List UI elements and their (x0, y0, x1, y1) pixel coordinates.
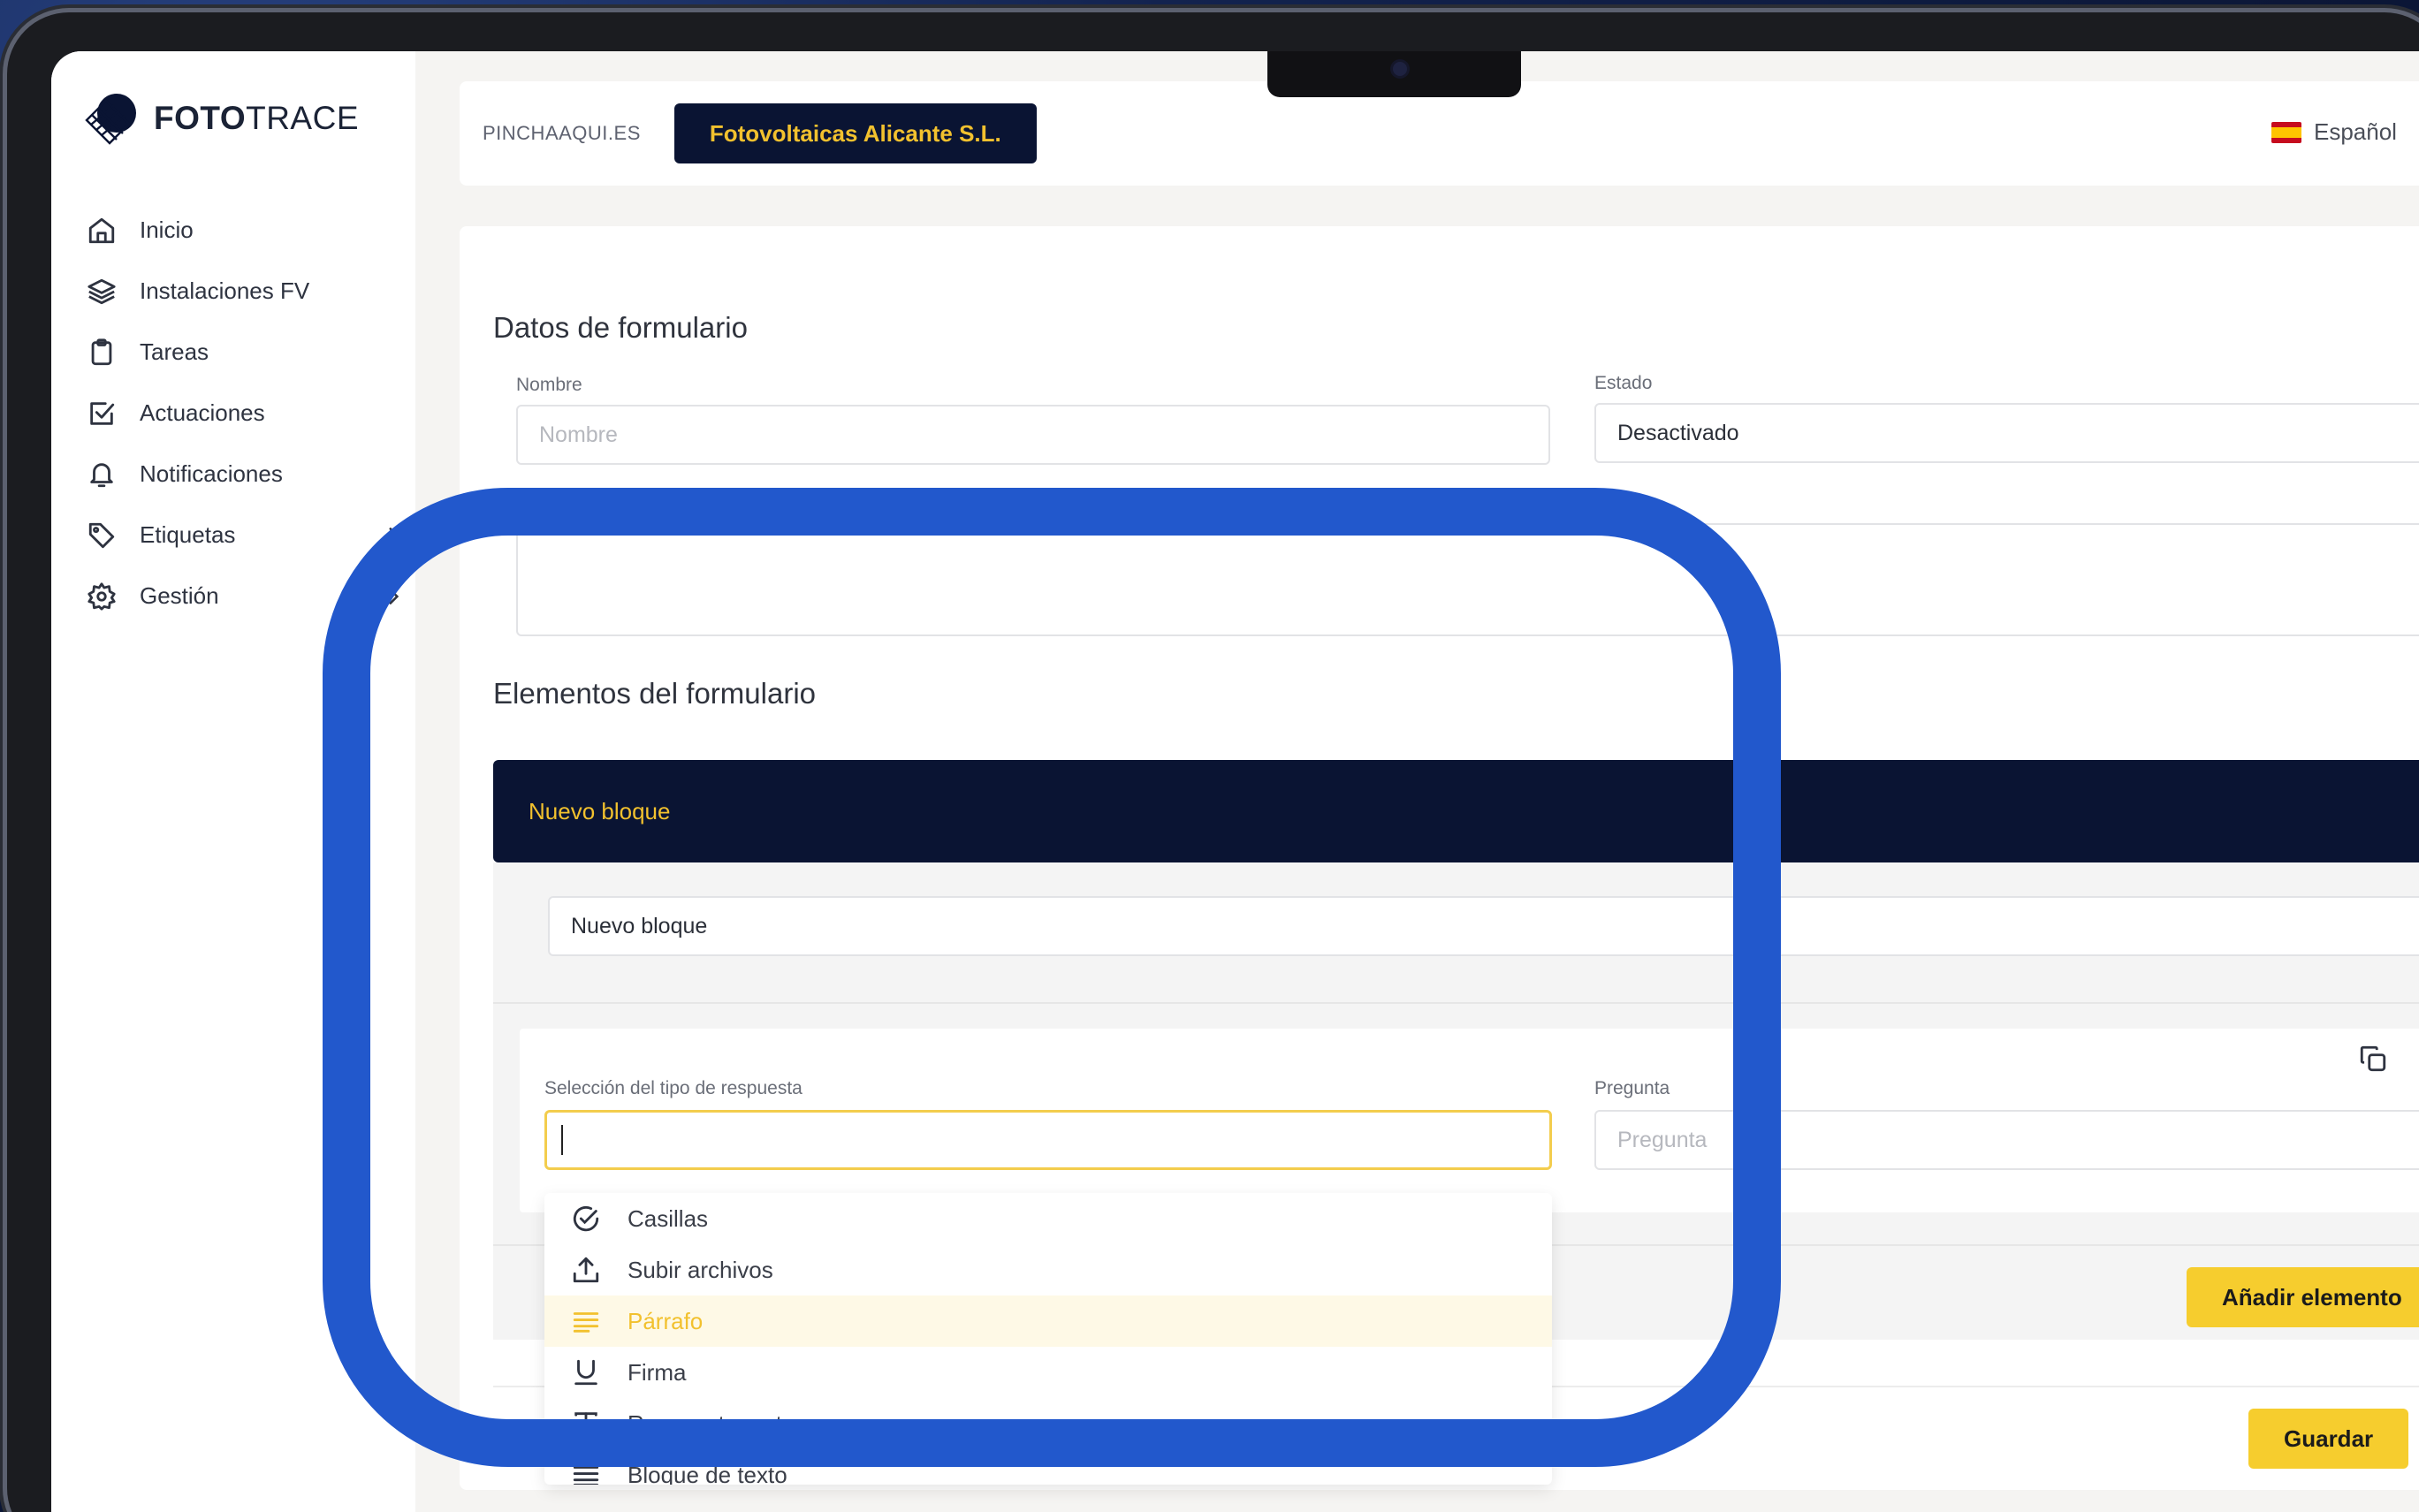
option-bloque-de-texto[interactable]: Bloque de texto (544, 1449, 1552, 1485)
sidebar-nav: Inicio Instalaciones FV Tareas Actuacion… (87, 200, 405, 627)
tag-icon (88, 522, 115, 548)
description-label: Descripción (516, 493, 613, 513)
underline-icon (574, 1359, 597, 1386)
response-type-search-input[interactable] (544, 1110, 1552, 1170)
camera-notch (1267, 51, 1521, 97)
checkbox-icon (90, 401, 115, 425)
option-label: Subir archivos (628, 1256, 773, 1283)
sidebar-item-label: Gestión (140, 582, 219, 609)
name-input[interactable]: Nombre (516, 405, 1550, 465)
spain-flag-icon (2271, 121, 2301, 143)
sidebar: FOTOTRACE Inicio Instalaciones FV Tareas… (51, 51, 415, 1512)
sidebar-item-tareas[interactable]: Tareas (87, 322, 405, 383)
text-icon (574, 1412, 597, 1435)
language-selector[interactable]: Español (2271, 118, 2397, 146)
save-button[interactable]: Guardar (2248, 1409, 2409, 1469)
sidebar-item-label: Tareas (140, 338, 209, 365)
option-firma[interactable]: Firma (544, 1347, 1552, 1398)
add-element-button[interactable]: Añadir elemento (2187, 1267, 2419, 1327)
option-parrafo[interactable]: Párrafo (544, 1295, 1552, 1347)
form-data-title: Datos de formulario (493, 311, 748, 344)
home-icon (88, 217, 115, 243)
camera-icon (1393, 62, 1407, 76)
response-type-dropdown: Casillas Subir archivos Párrafo Firma Re… (544, 1193, 1552, 1485)
response-type-label: Selección del tipo de respuesta (544, 1078, 803, 1098)
option-label: Firma (628, 1358, 687, 1386)
upload-icon (573, 1257, 599, 1283)
domain-link[interactable]: PINCHAAQUI.ES (483, 122, 641, 145)
option-respuesta-corta[interactable]: Respuesta corta (544, 1398, 1552, 1449)
sidebar-item-actuaciones[interactable]: Actuaciones (87, 383, 405, 444)
brand-name: FOTOTRACE (154, 100, 359, 136)
sidebar-item-instalaciones[interactable]: Instalaciones FV (87, 261, 405, 322)
language-label: Español (2314, 118, 2397, 145)
chevron-right-icon (389, 588, 399, 604)
app-screen: FOTOTRACE Inicio Instalaciones FV Tareas… (51, 51, 2419, 1512)
sidebar-item-etiquetas[interactable]: Etiquetas (87, 505, 405, 566)
gear-icon (87, 581, 116, 611)
option-label: Respuesta corta (628, 1409, 795, 1437)
block-divider (493, 1002, 2419, 1004)
layers-icon (87, 278, 116, 304)
option-subir-archivos[interactable]: Subir archivos (544, 1244, 1552, 1295)
sidebar-item-gestion[interactable]: Gestión (87, 566, 405, 627)
form-editor-card: Datos de formulario Nombre Nombre Estado… (460, 226, 2419, 1490)
description-textarea[interactable] (516, 523, 2419, 636)
paragraph-icon (573, 1312, 599, 1333)
option-casillas[interactable]: Casillas (544, 1193, 1552, 1244)
sidebar-item-label: Etiquetas (140, 521, 236, 548)
company-selector[interactable]: Fotovoltaicas Alicante S.L. (673, 103, 1037, 163)
brand[interactable]: FOTOTRACE (83, 90, 359, 147)
sidebar-item-notificaciones[interactable]: Notificaciones (87, 444, 405, 505)
sidebar-item-label: Notificaciones (140, 460, 283, 487)
option-label: Párrafo (628, 1307, 704, 1334)
block-header[interactable]: Nuevo bloque (493, 760, 2419, 862)
solar-panel-logo-icon (85, 94, 136, 145)
sidebar-item-label: Instalaciones FV (140, 277, 310, 304)
option-label: Casillas (628, 1204, 709, 1232)
question-label: Pregunta (1594, 1078, 1670, 1098)
text-block-icon (573, 1466, 599, 1485)
status-label: Estado (1594, 373, 1653, 393)
text-caret (561, 1125, 563, 1155)
question-input[interactable]: Pregunta (1594, 1110, 2419, 1170)
option-label: Bloque de texto (628, 1461, 787, 1485)
sidebar-item-label: Actuaciones (140, 399, 265, 426)
form-elements-title: Elementos del formulario (493, 677, 816, 710)
sidebar-item-label: Inicio (140, 217, 194, 243)
status-select[interactable]: Desactivado (1594, 403, 2419, 463)
chevron-right-icon (389, 527, 399, 543)
main-content: PINCHAAQUI.ES Fotovoltaicas Alicante S.L… (415, 51, 2419, 1512)
name-label: Nombre (516, 375, 582, 395)
clipboard-icon (91, 338, 112, 365)
bell-icon (90, 462, 113, 487)
duplicate-icon[interactable] (2358, 1044, 2388, 1074)
block-name-input[interactable]: Nuevo bloque (548, 896, 2419, 956)
check-circle-icon (573, 1205, 599, 1232)
sidebar-item-inicio[interactable]: Inicio (87, 200, 405, 261)
